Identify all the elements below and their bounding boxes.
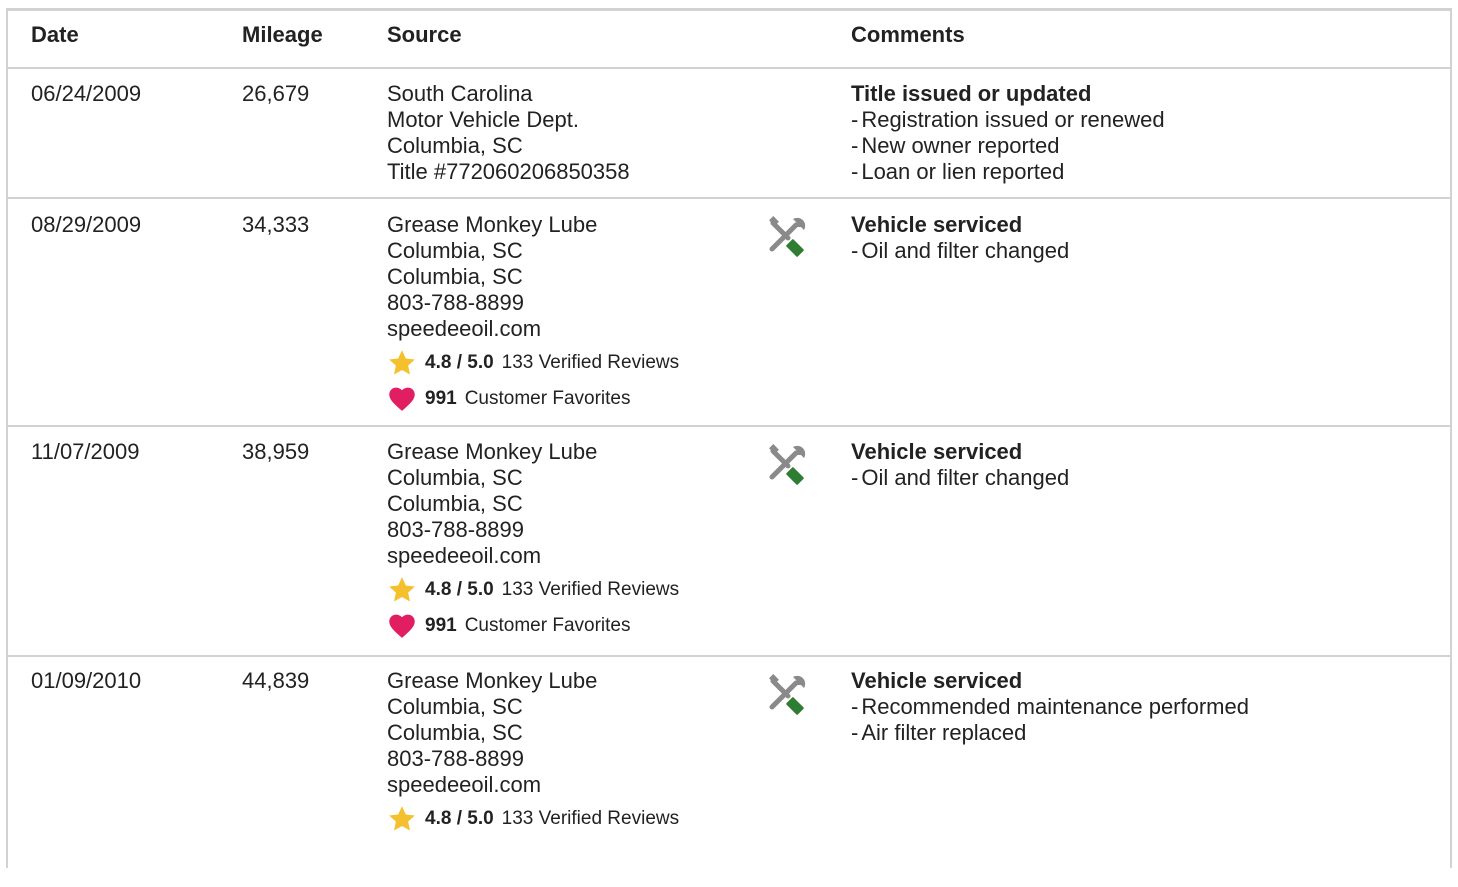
comment-item: - Oil and filter changed: [851, 238, 1070, 263]
row-date: 06/24/2009: [31, 81, 142, 106]
row-date: 11/07/2009: [31, 439, 140, 464]
comment-item: - Recommended maintenance performed: [851, 694, 1249, 719]
table-row: 06/24/2009 26,679 South Carolina Motor V…: [8, 69, 1450, 199]
star-icon: [387, 804, 417, 834]
comment-item: - Oil and filter changed: [851, 465, 1070, 490]
source-line: Columbia, SC: [387, 238, 523, 263]
header-source: Source: [387, 22, 462, 47]
rating-row[interactable]: 4.8 / 5.0 133 Verified Reviews: [387, 804, 679, 834]
table-row: 11/07/2009 38,959 Grease Monkey Lube Col…: [8, 427, 1450, 657]
comment-title: Vehicle serviced: [851, 212, 1023, 237]
table-row: 08/29/2009 34,333 Grease Monkey Lube Col…: [8, 199, 1450, 427]
reviews-count: 133 Verified Reviews: [501, 579, 680, 600]
row-comments: Title issued or updated - Registration is…: [851, 81, 1165, 185]
row-date: 08/29/2009: [31, 212, 142, 237]
favorites-label: Customer Favorites: [464, 615, 631, 636]
service-tools-icon: [766, 673, 810, 717]
source-line: Columbia, SC: [387, 465, 523, 490]
source-line: Grease Monkey Lube: [387, 439, 598, 464]
source-line: Grease Monkey Lube: [387, 668, 598, 693]
table-header: Date Mileage Source Comments: [8, 11, 1450, 69]
rating-row[interactable]: 4.8 / 5.0 133 Verified Reviews: [387, 575, 679, 605]
comment-item: - Air filter replaced: [851, 720, 1027, 745]
rating-row[interactable]: 4.8 / 5.0 133 Verified Reviews: [387, 348, 679, 378]
source-line: 803-788-8899: [387, 517, 525, 542]
favorites-row[interactable]: 991 Customer Favorites: [387, 384, 679, 414]
source-line: South Carolina: [387, 81, 533, 106]
row-source: Grease Monkey Lube Columbia, SC Columbia…: [387, 212, 679, 414]
service-tools-icon: [766, 443, 810, 487]
row-source: South Carolina Motor Vehicle Dept. Colum…: [387, 81, 630, 185]
table-row: 01/09/2010 44,839 Grease Monkey Lube Col…: [8, 657, 1450, 887]
row-mileage: 34,333: [242, 212, 310, 237]
source-line: Columbia, SC: [387, 694, 523, 719]
comment-item: - New owner reported: [851, 133, 1060, 158]
source-line: Title #772060206850358: [387, 159, 630, 184]
rating-value: 4.8 / 5.0: [425, 808, 494, 829]
comment-title: Vehicle serviced: [851, 439, 1023, 464]
header-mileage: Mileage: [242, 22, 323, 47]
favorites-row[interactable]: 991 Customer Favorites: [387, 611, 679, 641]
row-mileage: 38,959: [242, 439, 310, 464]
history-table: Date Mileage Source Comments 06/24/2009 …: [6, 8, 1452, 868]
star-icon: [387, 348, 417, 378]
comment-title: Vehicle serviced: [851, 668, 1023, 693]
heart-icon: [387, 611, 417, 641]
rating-value: 4.8 / 5.0: [425, 352, 494, 373]
source-website-link[interactable]: speedeeoil.com: [387, 543, 679, 569]
source-line: Columbia, SC: [387, 264, 523, 289]
reviews-count: 133 Verified Reviews: [501, 352, 680, 373]
comment-title: Title issued or updated: [851, 81, 1092, 106]
row-comments: Vehicle serviced - Oil and filter changed: [851, 212, 1069, 264]
source-line: Columbia, SC: [387, 491, 523, 516]
source-line: 803-788-8899: [387, 746, 525, 771]
favorites-label: Customer Favorites: [464, 388, 631, 409]
row-source: Grease Monkey Lube Columbia, SC Columbia…: [387, 439, 679, 641]
service-tools-icon: [766, 215, 810, 259]
header-date: Date: [31, 22, 79, 47]
reviews-count: 133 Verified Reviews: [501, 808, 680, 829]
row-comments: Vehicle serviced - Oil and filter changed: [851, 439, 1069, 491]
star-icon: [387, 575, 417, 605]
heart-icon: [387, 384, 417, 414]
rating-value: 4.8 / 5.0: [425, 579, 494, 600]
comment-item: - Registration issued or renewed: [851, 107, 1165, 132]
comment-item: - Loan or lien reported: [851, 159, 1065, 184]
source-website-link[interactable]: speedeeoil.com: [387, 772, 679, 798]
source-line: Grease Monkey Lube: [387, 212, 598, 237]
source-website-link[interactable]: speedeeoil.com: [387, 316, 679, 342]
favorites-count: 991: [425, 615, 457, 636]
row-mileage: 26,679: [242, 81, 310, 106]
row-comments: Vehicle serviced - Recommended maintenanc…: [851, 668, 1249, 746]
row-source: Grease Monkey Lube Columbia, SC Columbia…: [387, 668, 679, 834]
header-comments: Comments: [851, 22, 965, 47]
row-date: 01/09/2010: [31, 668, 142, 693]
source-line: Columbia, SC: [387, 720, 523, 745]
source-line: 803-788-8899: [387, 290, 525, 315]
favorites-count: 991: [425, 388, 457, 409]
source-line: Motor Vehicle Dept.: [387, 107, 579, 132]
source-line: Columbia, SC: [387, 133, 523, 158]
row-mileage: 44,839: [242, 668, 310, 693]
